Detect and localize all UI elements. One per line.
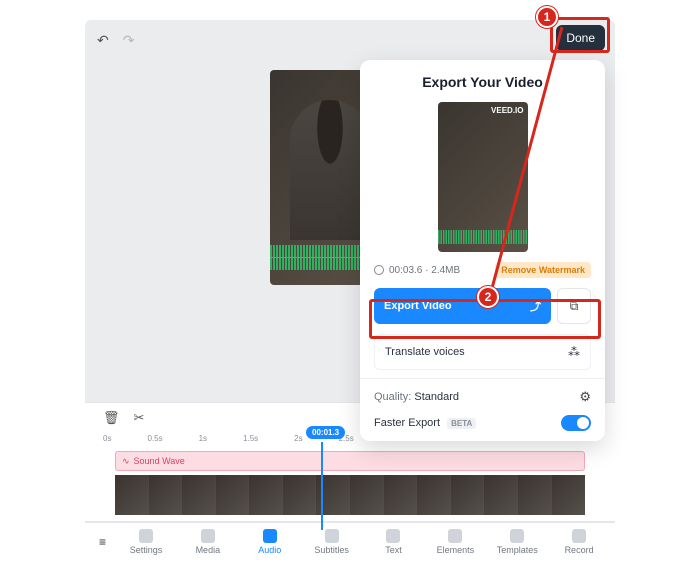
audio-icon (263, 529, 277, 543)
subtitles-icon (325, 529, 339, 543)
quality-value: Standard (414, 391, 459, 403)
export-video-button[interactable]: Export Video ⤴ (374, 288, 551, 324)
top-bar: ↶ ↷ Done (85, 20, 615, 60)
media-icon (201, 529, 215, 543)
playhead-line[interactable] (321, 442, 323, 530)
video-track[interactable] (115, 475, 585, 515)
done-button[interactable]: Done (556, 25, 605, 51)
tab-label: Settings (130, 545, 163, 555)
faster-export-row: Faster Export BETA (374, 415, 591, 431)
tab-label: Audio (258, 545, 281, 555)
record-icon (572, 529, 586, 543)
beta-badge: BETA (447, 418, 476, 429)
elements-icon (448, 529, 462, 543)
tab-templates[interactable]: Templates (489, 529, 545, 555)
divider (360, 378, 605, 379)
tab-settings[interactable]: Settings (118, 529, 174, 555)
ruler-tick: 1.5s (243, 434, 258, 443)
tab-label: Elements (437, 545, 475, 555)
upload-icon: ⤴ (530, 298, 541, 314)
bottom-toolbar: ≡ Settings Media Audio Subtitles Text El… (85, 522, 615, 560)
tab-label: Media (196, 545, 221, 555)
cut-icon[interactable]: ✂ (134, 410, 145, 426)
audio-track[interactable]: ∿ Sound Wave (115, 451, 585, 471)
thumbnail-waveform (438, 230, 528, 244)
tab-text[interactable]: Text (366, 529, 422, 555)
quality-label: Quality: (374, 391, 411, 403)
ruler-tick: 1s (199, 434, 207, 443)
export-title: Export Your Video (374, 74, 591, 90)
audio-wave-icon: ∿ (122, 456, 130, 467)
gear-icon[interactable]: ⚙ (579, 389, 591, 405)
playhead-time[interactable]: 00:01.3 (306, 426, 345, 439)
tab-media[interactable]: Media (180, 529, 236, 555)
video-subject (290, 100, 370, 240)
export-options-button[interactable]: ⧉ (557, 288, 591, 324)
settings-icon (139, 529, 153, 543)
templates-icon (510, 529, 524, 543)
export-panel: Export Your Video VEED.IO 00:03.6 · 2.4M… (360, 60, 605, 441)
translate-voices-button[interactable]: Translate voices ⁂ (374, 334, 591, 370)
export-meta-text: 00:03.6 · 2.4MB (389, 265, 460, 276)
text-icon (386, 529, 400, 543)
tab-label: Text (385, 545, 402, 555)
ruler-tick: 0s (103, 434, 111, 443)
delete-icon[interactable]: 🗑 (103, 410, 120, 426)
redo-icon[interactable]: ↷ (123, 32, 135, 49)
tab-label: Record (565, 545, 594, 555)
faster-export-label: Faster Export (374, 417, 440, 429)
tab-subtitles[interactable]: Subtitles (304, 529, 360, 555)
translate-label: Translate voices (385, 346, 465, 358)
tab-elements[interactable]: Elements (427, 529, 483, 555)
quality-row[interactable]: Quality: Standard ⚙ (374, 389, 591, 405)
tab-label: Subtitles (314, 545, 349, 555)
layers-icon: ⧉ (570, 299, 579, 314)
tab-record[interactable]: Record (551, 529, 607, 555)
translate-icon: ⁂ (568, 345, 580, 359)
faster-export-toggle[interactable] (561, 415, 591, 431)
clock-icon (374, 265, 384, 275)
export-video-label: Export Video (384, 300, 452, 312)
ruler-tick: 0.5s (147, 434, 162, 443)
undo-icon[interactable]: ↶ (97, 32, 109, 49)
tab-audio[interactable]: Audio (242, 529, 298, 555)
menu-icon[interactable]: ≡ (93, 535, 112, 549)
audio-track-label: Sound Wave (134, 456, 185, 466)
export-thumbnail: VEED.IO (438, 102, 528, 252)
watermark-label: VEED.IO (491, 106, 523, 115)
remove-watermark-button[interactable]: Remove Watermark (495, 262, 591, 278)
export-meta: 00:03.6 · 2.4MB Remove Watermark (374, 262, 591, 278)
ruler-tick: 2s (294, 434, 302, 443)
tab-label: Templates (497, 545, 538, 555)
